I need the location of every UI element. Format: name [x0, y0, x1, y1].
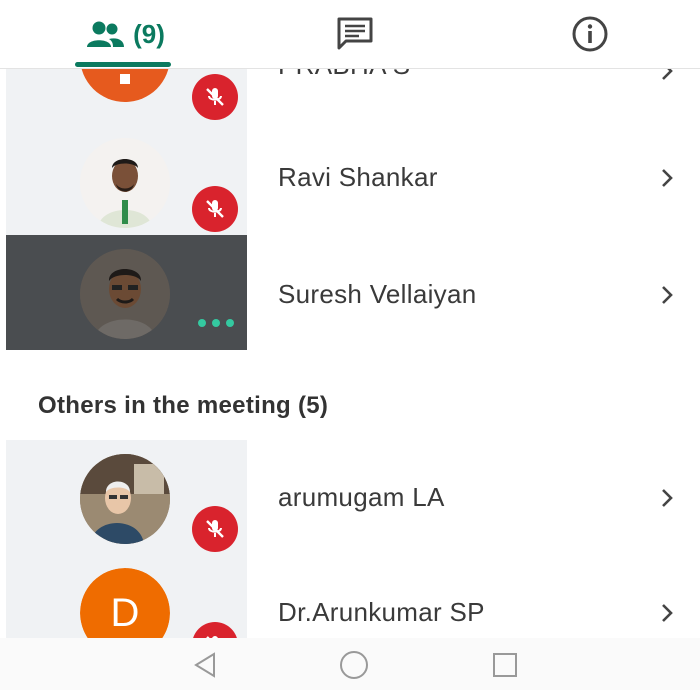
participant-row[interactable]: arumugam LA — [0, 440, 700, 552]
section-title-others: Others in the meeting (5) — [38, 392, 329, 419]
people-icon — [87, 21, 125, 47]
recents-icon[interactable] — [490, 650, 520, 680]
tab-bar: (9) — [0, 0, 700, 69]
avatar — [80, 454, 170, 544]
muted-mic-icon — [192, 74, 238, 120]
system-nav-bar — [0, 638, 700, 690]
avatar — [80, 138, 170, 228]
chevron-right-icon[interactable] — [656, 284, 678, 306]
tab-info[interactable] — [540, 0, 640, 68]
avatar — [80, 249, 170, 339]
chevron-right-icon[interactable] — [656, 487, 678, 509]
muted-mic-icon — [192, 186, 238, 232]
participant-row[interactable]: Ravi Shankar — [0, 130, 700, 235]
chevron-right-icon[interactable] — [656, 602, 678, 624]
back-icon[interactable] — [190, 650, 220, 680]
info-icon — [572, 16, 608, 52]
muted-mic-icon — [192, 506, 238, 552]
participant-name: Dr.Arunkumar SP — [278, 597, 485, 627]
participant-name: Suresh Vellaiyan — [278, 279, 477, 309]
participant-row[interactable]: PRABHA S — [0, 12, 700, 130]
active-tab-indicator — [75, 62, 171, 67]
chevron-right-icon[interactable] — [656, 167, 678, 189]
people-count: (9) — [133, 18, 165, 49]
participant-row[interactable]: Suresh Vellaiyan — [0, 235, 700, 350]
tab-people[interactable]: (9) — [40, 0, 210, 68]
participant-name: arumugam LA — [278, 482, 445, 512]
chat-icon — [337, 17, 373, 50]
speaking-indicator-icon — [198, 319, 234, 327]
tab-chat[interactable] — [300, 0, 410, 68]
home-icon[interactable] — [338, 649, 370, 681]
participant-name: Ravi Shankar — [278, 162, 438, 192]
participant-row[interactable]: D Dr.Arunkumar SP — [0, 552, 700, 638]
